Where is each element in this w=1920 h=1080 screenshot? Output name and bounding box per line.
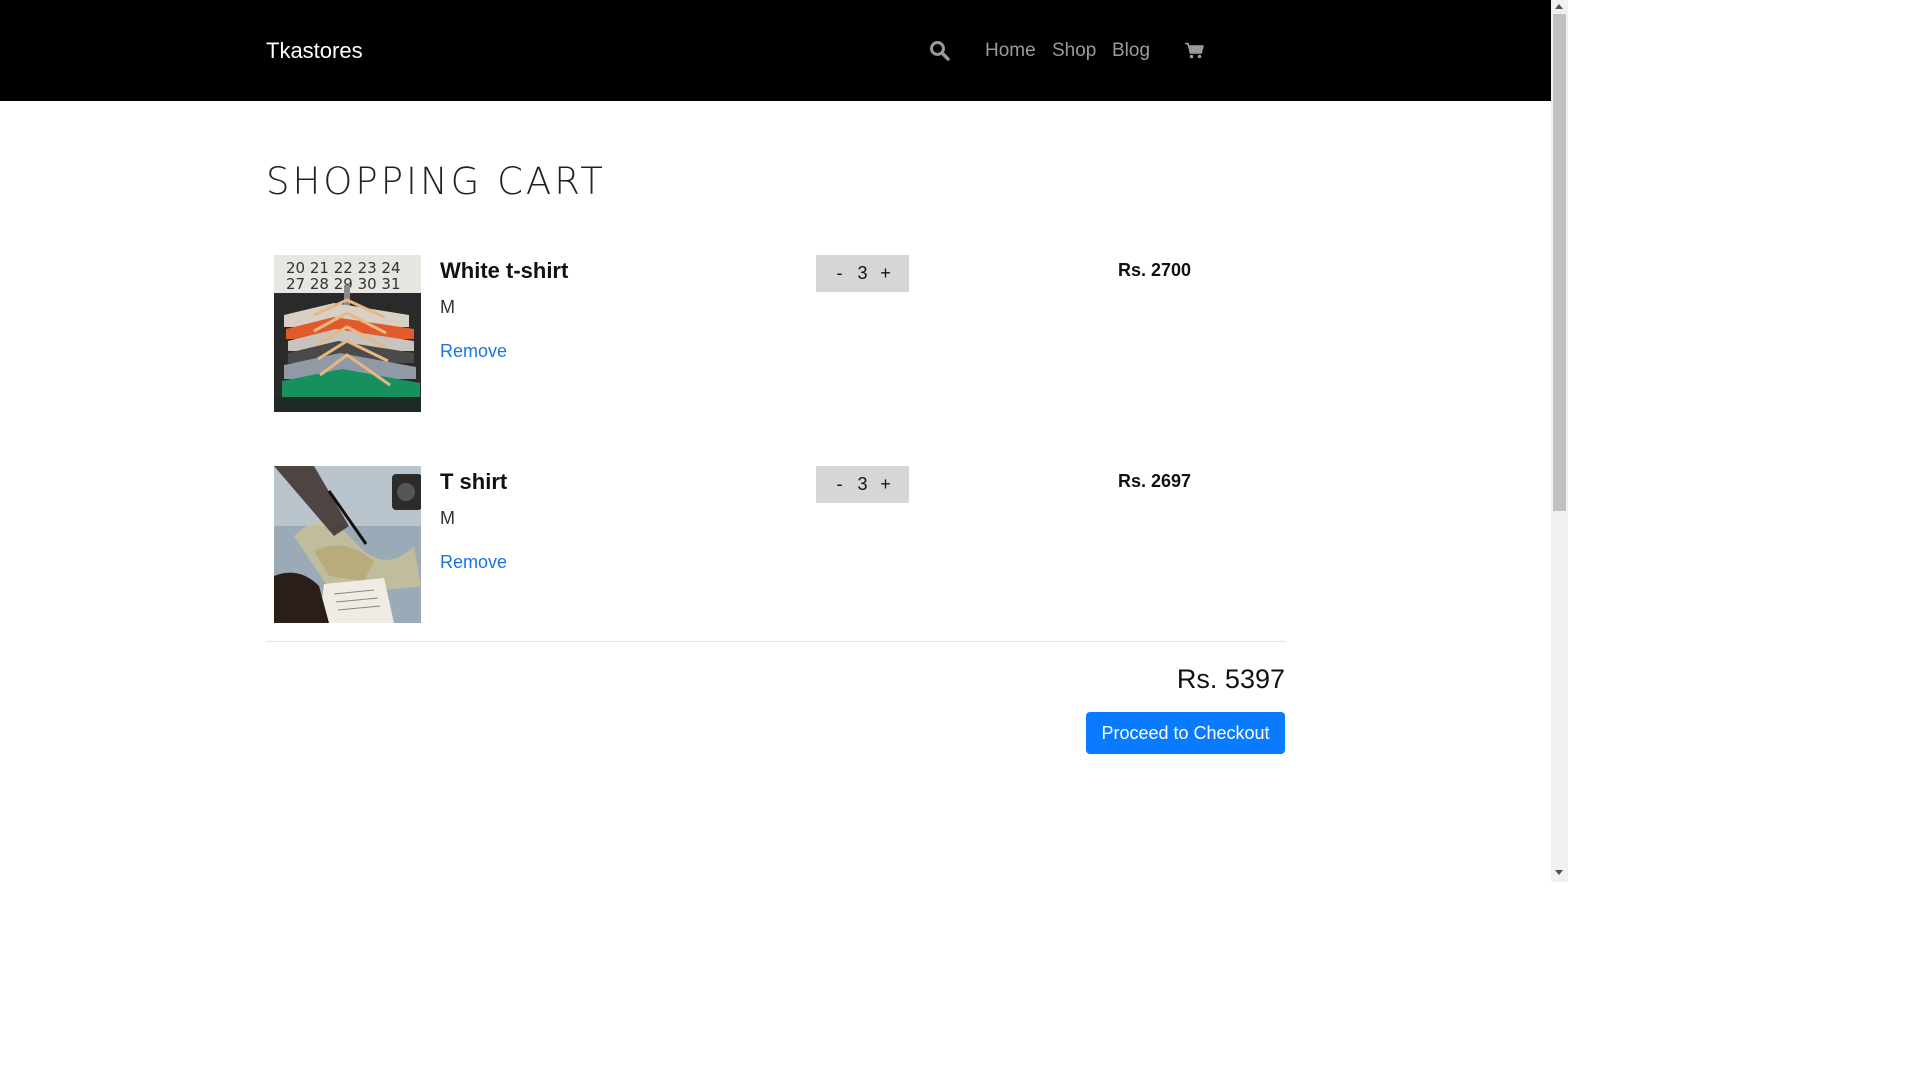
proceed-to-checkout-button[interactable]: Proceed to Checkout	[1086, 712, 1285, 754]
quantity-stepper: - 3 +	[816, 255, 909, 292]
page-title: SHOPPING CART	[266, 160, 606, 203]
quantity-value: 3	[857, 263, 868, 283]
cart-item: 20 21 22 23 24 27 28 29 30 31 White t-sh…	[266, 255, 1286, 415]
remove-item-link[interactable]: Remove	[440, 339, 507, 363]
cart-item: T shirt M Remove - 3 + Rs. 2697	[266, 466, 1286, 626]
item-price: Rs. 2700	[1118, 260, 1192, 280]
page: Tkastores Home Shop Blog SHOPPING CART 2…	[0, 0, 1568, 882]
increase-quantity-button[interactable]: +	[874, 255, 898, 292]
item-size: M	[440, 508, 455, 528]
decrease-quantity-button[interactable]: -	[828, 466, 852, 503]
quantity-stepper: - 3 +	[816, 466, 909, 503]
nav-blog-link[interactable]: Blog	[1112, 38, 1150, 64]
item-size: M	[440, 297, 455, 317]
svg-text:27 28 29 30 31: 27 28 29 30 31	[286, 275, 401, 293]
brand-logo[interactable]: Tkastores	[266, 36, 363, 66]
scroll-down-arrow-icon[interactable]	[1555, 870, 1563, 875]
cart-icon[interactable]	[1185, 42, 1204, 59]
cart-total: Rs. 5397	[1176, 664, 1285, 694]
divider	[266, 641, 1286, 642]
nav-shop-link[interactable]: Shop	[1052, 38, 1096, 64]
item-price: Rs. 2697	[1118, 471, 1192, 491]
decrease-quantity-button[interactable]: -	[828, 255, 852, 292]
quantity-value: 3	[857, 474, 868, 494]
product-image: 20 21 22 23 24 27 28 29 30 31	[274, 255, 421, 412]
search-icon[interactable]	[929, 40, 950, 61]
navbar: Tkastores Home Shop Blog	[0, 0, 1551, 101]
vertical-scrollbar[interactable]	[1551, 0, 1568, 882]
item-name[interactable]: White t-shirt	[440, 257, 568, 285]
increase-quantity-button[interactable]: +	[874, 466, 898, 503]
product-image	[274, 466, 421, 623]
scroll-up-arrow-icon[interactable]	[1555, 4, 1563, 9]
scrollbar-thumb[interactable]	[1553, 14, 1566, 511]
remove-item-link[interactable]: Remove	[440, 550, 507, 574]
nav-home-link[interactable]: Home	[985, 38, 1036, 64]
item-name[interactable]: T shirt	[440, 468, 507, 496]
